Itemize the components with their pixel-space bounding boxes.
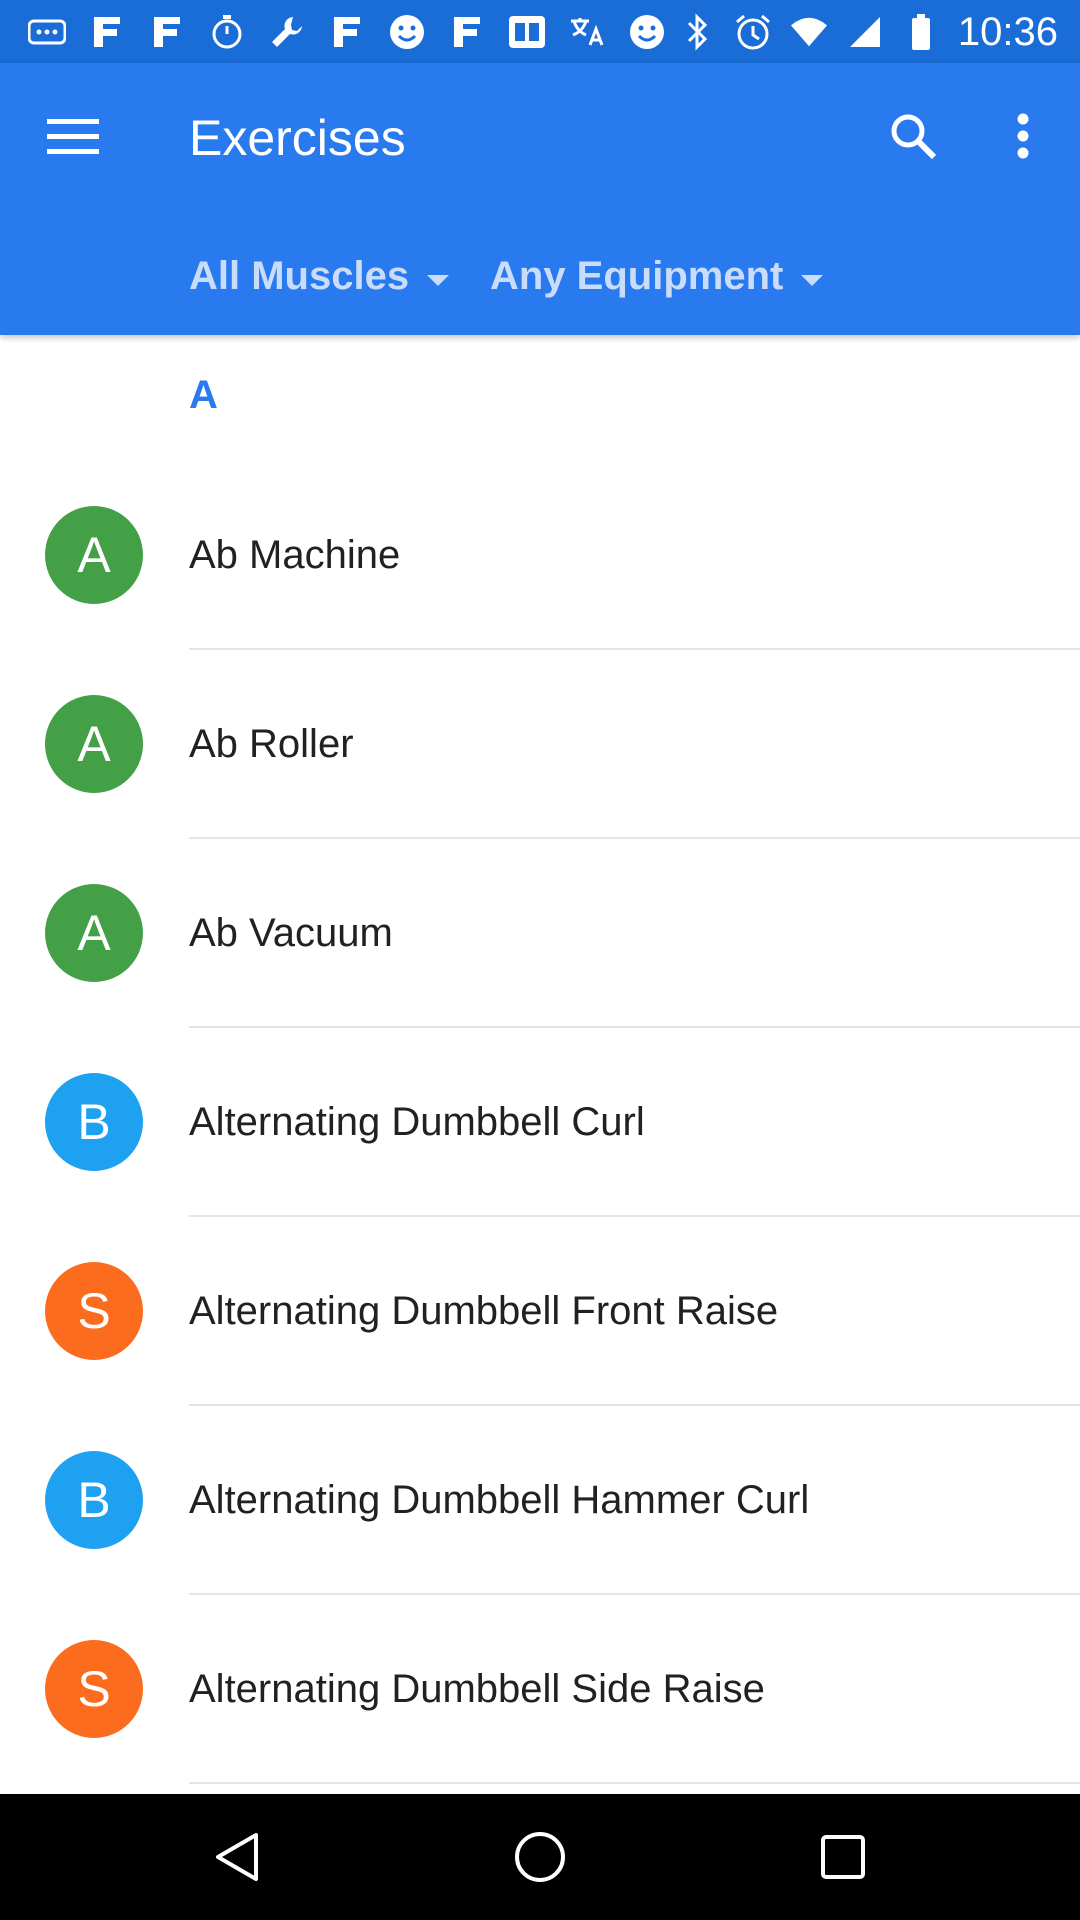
- fb-icon: [148, 13, 186, 51]
- exercise-avatar: A: [45, 506, 143, 604]
- exercise-name: Ab Roller: [189, 722, 354, 766]
- list-item[interactable]: S Alternating Dumbbell Front Raise: [0, 1217, 1080, 1406]
- home-icon: [515, 1832, 565, 1882]
- battery-icon: [902, 13, 940, 51]
- muscles-filter-dropdown[interactable]: All Muscles: [189, 246, 450, 306]
- clock: 10:36: [957, 9, 1058, 54]
- list-item[interactable]: B Alternating Dumbbell Curl: [0, 1028, 1080, 1217]
- signal-icon: [846, 13, 884, 51]
- exercise-avatar: A: [45, 695, 143, 793]
- alarm-icon: [734, 13, 772, 51]
- list-item[interactable]: A Ab Roller: [0, 650, 1080, 839]
- fb-icon: [328, 13, 366, 51]
- back-button[interactable]: [202, 1822, 272, 1892]
- exercise-name: Alternating Dumbbell Front Raise: [189, 1289, 779, 1333]
- status-bar: 10:36: [0, 0, 1080, 63]
- exercise-avatar: B: [45, 1073, 143, 1171]
- stopwatch-icon: [208, 13, 246, 51]
- exercise-name: Alternating Dumbbell Hammer Curl: [189, 1478, 810, 1522]
- exercise-avatar: B: [45, 1451, 143, 1549]
- fb-icon: [88, 13, 126, 51]
- wifi-icon: [790, 13, 828, 51]
- section-header: A: [189, 373, 218, 417]
- navigation-bar: [0, 1794, 1080, 1920]
- wrench-icon: [268, 13, 306, 51]
- exercise-name: Ab Machine: [189, 533, 401, 577]
- divider: [189, 1782, 1080, 1784]
- list-item[interactable]: B Alternating Dumbbell Hammer Curl: [0, 1406, 1080, 1595]
- equipment-filter-label: Any Equipment: [490, 253, 784, 298]
- exercise-avatar: S: [45, 1640, 143, 1738]
- page-title: Exercises: [189, 110, 406, 166]
- list-item[interactable]: A Ab Machine: [0, 461, 1080, 650]
- list-item[interactable]: A Ab Vacuum: [0, 839, 1080, 1028]
- translate-icon: [568, 13, 606, 51]
- more-vert-icon: [1017, 113, 1029, 159]
- app-bar: Exercises All Muscles Any Equipment: [0, 63, 1080, 335]
- smiley-icon: [628, 13, 666, 51]
- dropdown-arrow-icon: [427, 274, 450, 286]
- fb-icon: [448, 13, 486, 51]
- qr-app-icon: [508, 13, 546, 51]
- recents-button[interactable]: [808, 1822, 878, 1892]
- home-button[interactable]: [505, 1822, 575, 1892]
- exercise-name: Ab Vacuum: [189, 911, 393, 955]
- recents-icon: [821, 1835, 865, 1879]
- search-button[interactable]: [880, 103, 946, 169]
- muscles-filter-label: All Muscles: [189, 253, 410, 298]
- smiley-icon: [388, 13, 426, 51]
- equipment-filter-dropdown[interactable]: Any Equipment: [490, 246, 824, 306]
- system-icons: 10:36: [678, 10, 1058, 54]
- notification-icons: [28, 10, 666, 54]
- exercise-avatar: A: [45, 884, 143, 982]
- exercise-avatar: S: [45, 1262, 143, 1360]
- menu-button[interactable]: [40, 103, 106, 169]
- exercise-list: A Ab Machine A Ab Roller A Ab Vacuum B Alternat…: [0, 461, 1080, 1784]
- search-icon: [891, 114, 937, 160]
- bluetooth-icon: [678, 13, 716, 51]
- dropdown-arrow-icon: [801, 274, 824, 286]
- exercise-name: Alternating Dumbbell Side Raise: [189, 1667, 765, 1711]
- more-dots-icon: [28, 13, 66, 51]
- list-item[interactable]: S Alternating Dumbbell Side Raise: [0, 1595, 1080, 1784]
- hamburger-menu-icon: [47, 119, 99, 154]
- back-icon: [216, 1833, 258, 1881]
- overflow-menu-button[interactable]: [990, 103, 1056, 169]
- exercise-name: Alternating Dumbbell Curl: [189, 1100, 645, 1144]
